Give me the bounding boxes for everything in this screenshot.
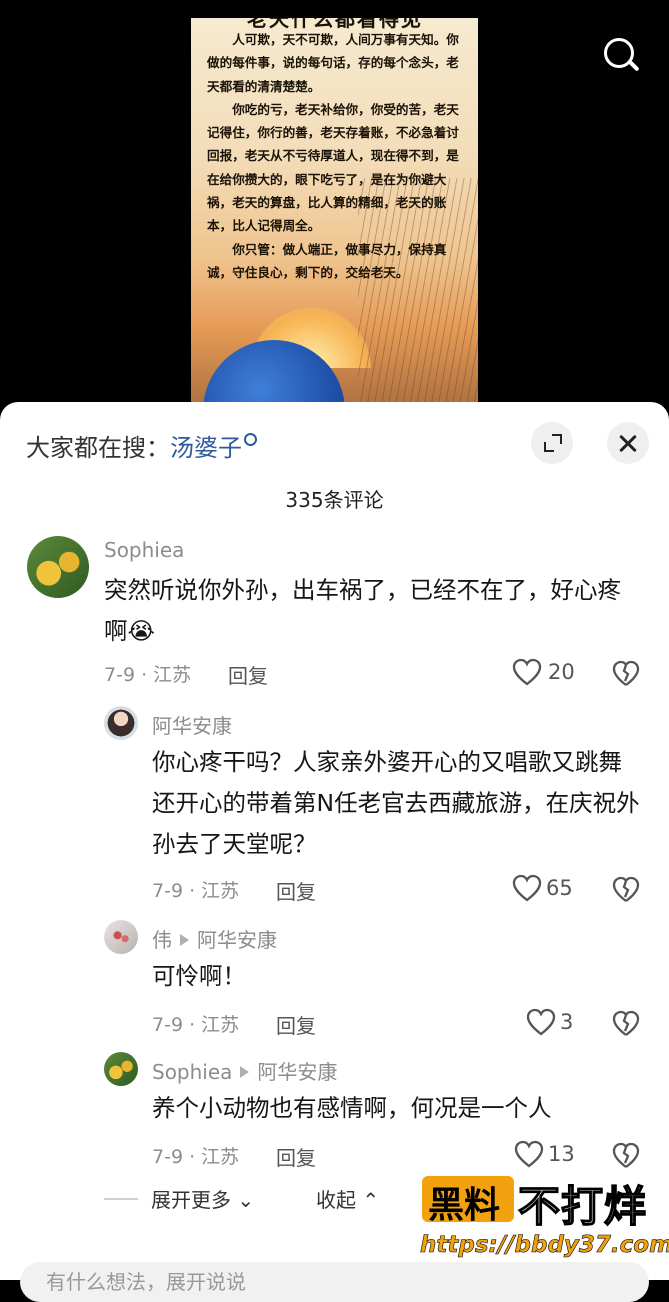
comment-text: 突然听说你外孙，出车祸了，已经不在了，好心疼啊😭 xyxy=(104,576,621,645)
like-count: 20 xyxy=(548,660,575,684)
collapse-button[interactable]: 收起 ⌃ xyxy=(316,1184,379,1213)
reply-button[interactable]: 回复 xyxy=(276,1142,316,1171)
heart-icon[interactable] xyxy=(514,1140,544,1168)
comment-text: 你心疼干吗？人家亲外婆开心的又唱歌又跳舞还开心的带着第N任老官去西藏旅游，在庆祝… xyxy=(152,748,640,858)
reply-button[interactable]: 回复 xyxy=(276,876,316,905)
watermark-brand-b: 不打烊 xyxy=(517,1181,648,1232)
dislike-icon[interactable] xyxy=(612,1009,640,1037)
heart-icon[interactable] xyxy=(512,874,542,902)
chevron-down-icon: ⌄ xyxy=(237,1188,255,1212)
comment-username[interactable]: Sophiea 阿华安康 xyxy=(152,1056,337,1085)
avatar[interactable] xyxy=(104,920,138,954)
heart-icon[interactable] xyxy=(526,1008,556,1036)
chevron-up-icon: ⌃ xyxy=(362,1188,380,1212)
search-icon[interactable] xyxy=(600,35,640,75)
heart-icon[interactable] xyxy=(512,658,542,686)
poster-paragraph: 人可欺，天不可欺，人间万事有天知。你做的每件事，说的每句话，存的每个念头，老天都… xyxy=(207,32,459,94)
comment-meta: 7-9 · 江苏 xyxy=(152,1146,240,1168)
comment-username[interactable]: 阿华安康 xyxy=(152,710,232,739)
poster-paragraph: 你只管：做人端正，做事尽力，保持真诚，守住良心，剩下的，交给老天。 xyxy=(207,241,447,280)
comment-meta: 7-9 · 江苏 xyxy=(152,880,240,902)
comment-meta: 7-9 · 江苏 xyxy=(152,1014,240,1036)
poster-text: 老天什么都看得见 人可欺，天不可欺，人间万事有天知。你做的每件事，说的每句话，存… xyxy=(207,18,463,284)
divider xyxy=(104,1198,138,1200)
dislike-icon[interactable] xyxy=(612,875,640,903)
reply-button[interactable]: 回复 xyxy=(228,660,268,689)
video-poster: 老天什么都看得见 人可欺，天不可欺，人间万事有天知。你做的每件事，说的每句话，存… xyxy=(191,18,478,418)
hot-search-keyword[interactable]: 汤婆子 xyxy=(170,434,242,462)
dislike-icon[interactable] xyxy=(612,659,640,687)
watermark-url: https://bbdy37.com xyxy=(420,1232,669,1259)
avatar[interactable] xyxy=(104,1052,138,1086)
avatar[interactable] xyxy=(27,536,89,598)
poster-paragraph: 你吃的亏，老天补给你，你受的苦，老天记得住，你行的善，老天存着账，不必急着讨回报… xyxy=(207,101,459,234)
comment-text: 养个小动物也有感情啊，何况是一个人 xyxy=(152,1094,552,1122)
hot-search-prefix: 大家都在搜： xyxy=(26,434,170,462)
expand-icon[interactable] xyxy=(531,422,573,464)
video-player[interactable]: 老天什么都看得见 人可欺，天不可欺，人间万事有天知。你做的每件事，说的每句话，存… xyxy=(0,0,669,420)
reply-arrow-icon xyxy=(240,1066,250,1078)
comment-sheet: 大家都在搜：汤婆子 335条评论 Sophiea 突然听说你外孙，出车祸了，已经… xyxy=(0,402,669,1302)
comment-meta: 7-9 · 江苏 xyxy=(104,664,192,686)
close-icon[interactable] xyxy=(607,422,649,464)
comment-input-placeholder: 有什么想法，展开说说 xyxy=(46,1270,246,1294)
like-count: 65 xyxy=(546,876,573,900)
comment-count: 335条评论 xyxy=(285,488,384,512)
like-count: 3 xyxy=(560,1010,574,1034)
reply-arrow-icon xyxy=(180,934,189,946)
hot-search[interactable]: 大家都在搜：汤婆子 xyxy=(26,428,257,463)
expand-more-button[interactable]: 展开更多 ⌄ xyxy=(151,1184,254,1213)
reply-button[interactable]: 回复 xyxy=(276,1010,316,1039)
like-count: 13 xyxy=(548,1142,575,1166)
watermark-brand-a: 黑料 xyxy=(428,1185,501,1226)
poster-title: 老天什么都看得见 xyxy=(247,18,423,31)
comment-username[interactable]: Sophiea xyxy=(104,538,184,562)
search-icon xyxy=(244,433,257,446)
dislike-icon[interactable] xyxy=(612,1141,640,1169)
watermark: 黑料 不打烊 https://bbdy37.com xyxy=(420,1174,669,1274)
comment-text: 可怜啊！ xyxy=(152,962,246,990)
avatar[interactable] xyxy=(104,706,138,740)
comment-username[interactable]: 伟阿华安康 xyxy=(152,924,277,953)
